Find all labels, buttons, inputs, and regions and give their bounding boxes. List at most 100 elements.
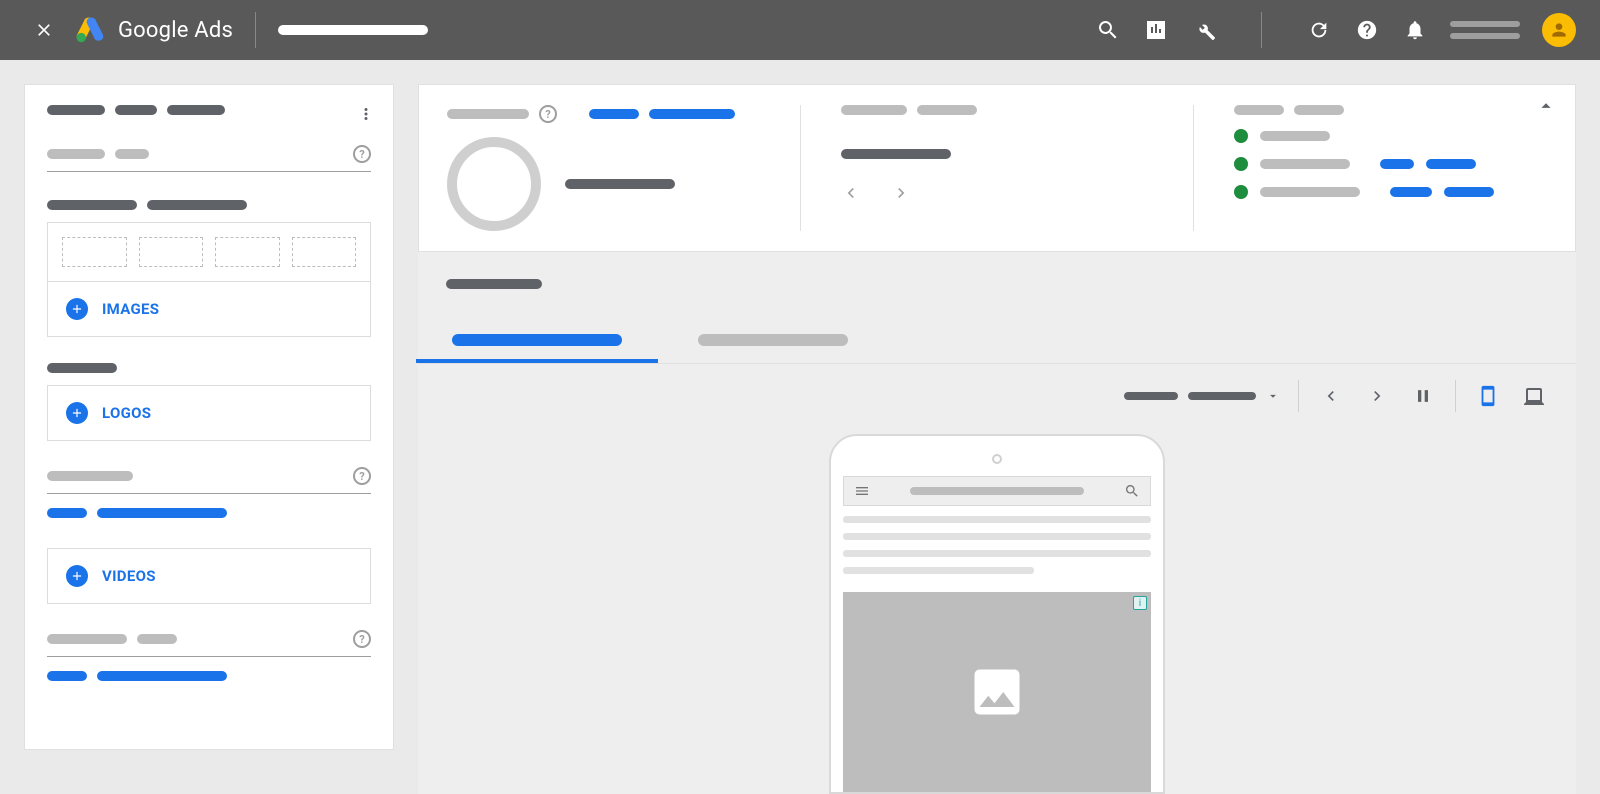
ad-strength-title [447, 109, 529, 119]
image-thumbnails [48, 223, 370, 281]
mock-browser-bar [843, 476, 1151, 506]
checklist-link[interactable] [1380, 159, 1414, 169]
images-asset-box: IMAGES [47, 222, 371, 337]
close-icon [34, 20, 54, 40]
add-videos-button[interactable]: VIDEOS [48, 549, 370, 603]
add-images-button[interactable]: IMAGES [48, 281, 370, 336]
help-icon[interactable]: ? [353, 467, 371, 485]
phone-camera-icon [992, 454, 1002, 464]
preview-section: i [418, 252, 1576, 794]
preview-pause-button[interactable] [1409, 382, 1437, 410]
collapse-card-button[interactable] [1535, 95, 1557, 117]
preview-tab-1[interactable] [446, 317, 628, 363]
main-content: ? [418, 84, 1576, 750]
refresh-button[interactable] [1306, 17, 1332, 43]
account-switcher[interactable] [1450, 21, 1520, 39]
google-ads-logo-icon [76, 16, 104, 44]
dropdown-caret-icon [1266, 389, 1280, 403]
checklist-item [1234, 157, 1547, 171]
checklist-item [1234, 129, 1547, 143]
logos-asset-box: LOGOS [47, 385, 371, 441]
suggestion-next-button[interactable] [891, 183, 911, 203]
preview-placement-dropdown[interactable] [1124, 389, 1280, 403]
person-icon [1549, 20, 1569, 40]
ad-strength-meter [447, 137, 760, 231]
status-ok-icon [1234, 157, 1248, 171]
panel-title [47, 105, 371, 115]
app-bar: Google Ads [0, 0, 1600, 60]
help-icon[interactable]: ? [353, 630, 371, 648]
mock-text-line [843, 567, 1034, 574]
plus-circle-icon [66, 565, 88, 587]
product-name: Google Ads [118, 18, 233, 43]
search-icon [1124, 483, 1140, 499]
checklist-link[interactable] [1390, 187, 1432, 197]
image-placeholder-icon [967, 662, 1027, 722]
search-icon [1096, 18, 1120, 42]
product-logo: Google Ads [76, 16, 233, 44]
image-thumb-slot[interactable] [292, 237, 357, 267]
help-button[interactable] [1354, 17, 1380, 43]
videos-asset-box: VIDEOS [47, 548, 371, 604]
account-selector[interactable] [278, 25, 428, 35]
preview-tab-2[interactable] [692, 317, 854, 363]
close-button[interactable] [24, 20, 64, 40]
ad-strength-summary-card: ? [418, 84, 1576, 252]
chevron-right-icon [1367, 386, 1387, 406]
final-url-field[interactable]: ? [47, 145, 371, 172]
checklist-link[interactable] [1444, 187, 1494, 197]
card-divider [800, 105, 801, 231]
panel-more-menu[interactable] [357, 105, 375, 123]
reports-button[interactable] [1143, 17, 1169, 43]
device-mobile-button[interactable] [1474, 382, 1502, 410]
add-logos-button[interactable]: LOGOS [48, 386, 370, 440]
mock-url-bar [910, 487, 1084, 495]
toolbar-divider [1455, 380, 1456, 412]
more-vert-icon [357, 105, 375, 123]
chevron-left-icon [841, 183, 861, 203]
ad-strength-link[interactable] [589, 109, 639, 119]
card-divider [1193, 105, 1194, 231]
preview-next-button[interactable] [1363, 382, 1391, 410]
help-icon[interactable]: ? [353, 145, 371, 163]
preview-tabs [446, 317, 1548, 363]
reports-icon [1144, 18, 1168, 42]
notifications-button[interactable] [1402, 17, 1428, 43]
appbar-divider [255, 12, 256, 48]
image-thumb-slot[interactable] [62, 237, 127, 267]
business-name-field[interactable]: ? [47, 467, 371, 494]
help-icon[interactable]: ? [539, 105, 557, 123]
preview-prev-button[interactable] [1317, 382, 1345, 410]
image-thumb-slot[interactable] [215, 237, 280, 267]
section-heading-logos [47, 363, 371, 373]
toolbar-divider [1298, 380, 1299, 412]
headlines-field[interactable]: ? [47, 630, 371, 657]
chevron-left-icon [1321, 386, 1341, 406]
image-thumb-slot[interactable] [139, 237, 204, 267]
checklist-link[interactable] [1426, 159, 1476, 169]
field-hint-link[interactable] [47, 671, 371, 681]
checklist-item [1234, 185, 1547, 199]
add-videos-label: VIDEOS [102, 567, 156, 585]
chevron-up-icon [1535, 95, 1557, 117]
adchoices-icon[interactable]: i [1133, 596, 1147, 610]
mock-text-line [843, 516, 1151, 523]
account-avatar[interactable] [1542, 13, 1576, 47]
tools-button[interactable] [1191, 17, 1217, 43]
pause-icon [1413, 386, 1433, 406]
help-icon [1356, 19, 1378, 41]
add-logos-label: LOGOS [102, 404, 151, 422]
status-ok-icon [1234, 185, 1248, 199]
search-button[interactable] [1095, 17, 1121, 43]
field-hint-link[interactable] [47, 508, 371, 518]
chevron-right-icon [891, 183, 911, 203]
tools-icon [1192, 18, 1216, 42]
device-desktop-button[interactable] [1520, 382, 1548, 410]
mock-text-line [843, 550, 1151, 557]
notifications-icon [1404, 19, 1426, 41]
suggestion-prev-button[interactable] [841, 183, 861, 203]
appbar-divider-2 [1261, 12, 1262, 48]
preview-toolbar [418, 363, 1576, 428]
ad-strength-link[interactable] [649, 109, 735, 119]
mobile-preview-frame: i [829, 434, 1165, 794]
